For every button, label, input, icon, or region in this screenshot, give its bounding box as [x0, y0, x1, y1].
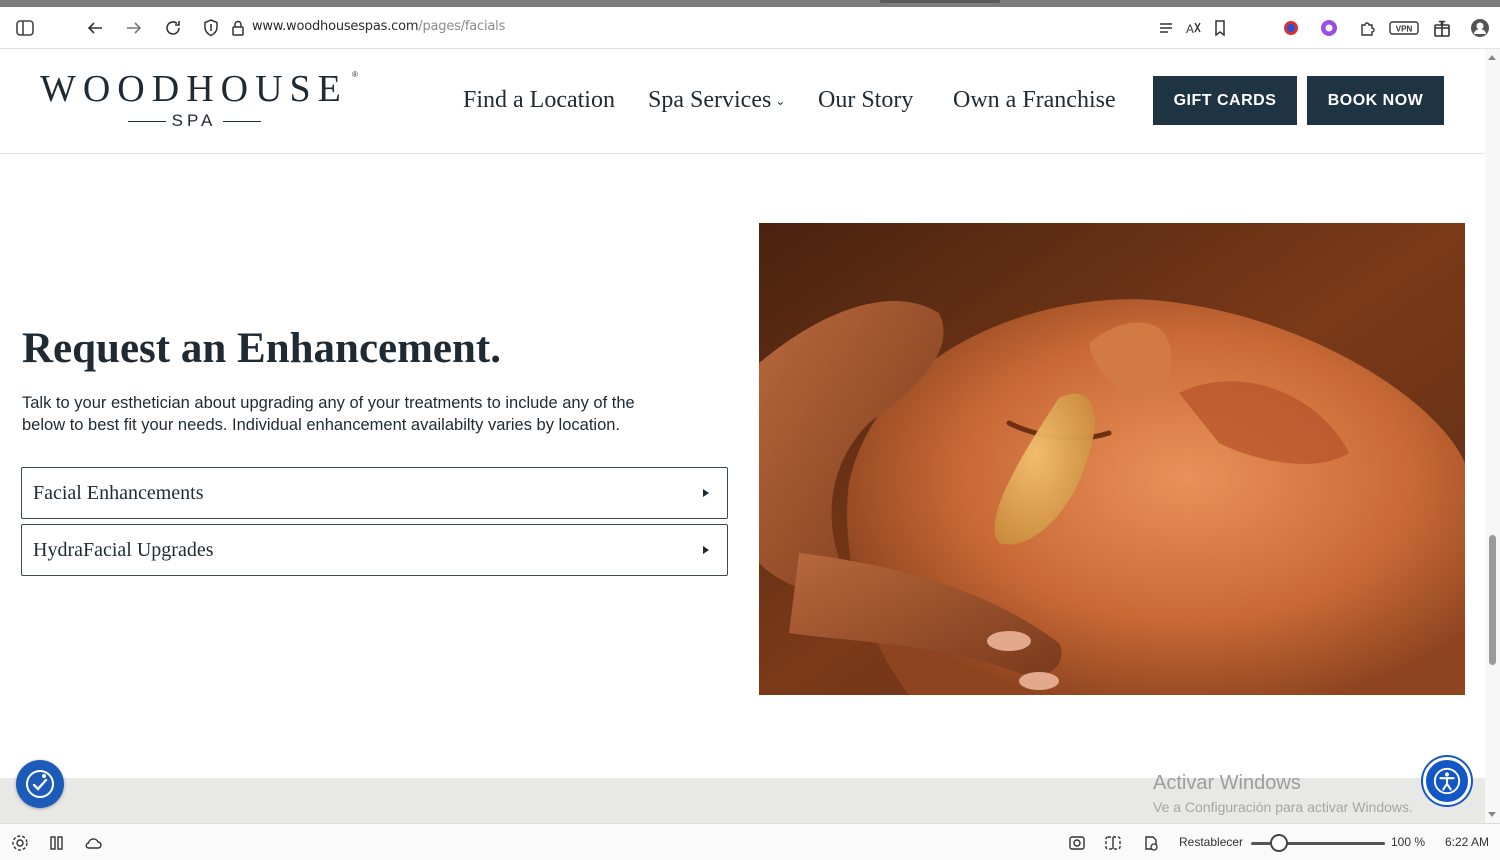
scroll-down-arrow-icon[interactable] — [1488, 812, 1496, 817]
shield-icon[interactable] — [199, 16, 223, 40]
browser-toolbar: www.woodhousespas.com/pages/facials A VP… — [0, 7, 1500, 49]
site-header: WOODHOUSE ® SPA Find a Location Spa Serv… — [0, 49, 1485, 154]
gift-box-icon[interactable] — [1430, 16, 1454, 40]
windows-activation-title: Activar Windows — [1153, 772, 1301, 794]
forward-arrow-icon[interactable] — [122, 16, 146, 40]
triangle-right-icon — [703, 489, 709, 497]
extensions-puzzle-icon[interactable] — [1356, 16, 1380, 40]
nav-our-story[interactable]: Our Story — [818, 87, 913, 114]
accordion-label: HydraFacial Upgrades — [33, 539, 214, 561]
nav-spa-services-label: Spa Services — [648, 87, 772, 113]
logo-rule-right — [223, 121, 261, 122]
enhancement-description: Talk to your esthetician about upgrading… — [22, 394, 635, 434]
zoom-level: 100 % — [1391, 835, 1426, 849]
accessibility-button[interactable] — [1423, 757, 1471, 805]
browser-status-bar: Restablecer 100 % 6:22 AM — [0, 823, 1500, 860]
clock-time: 6:22 AM — [1445, 835, 1490, 849]
windows-activation-subtitle: Ve a Configuración para activar Windows. — [1153, 799, 1413, 815]
vpn-label: VPN — [1396, 25, 1413, 34]
vpn-icon[interactable]: VPN — [1389, 16, 1419, 40]
facial-treatment-illustration — [759, 223, 1465, 695]
screenshot-icon[interactable] — [1067, 833, 1087, 853]
settings-gear-icon[interactable] — [10, 833, 30, 853]
scroll-thumb[interactable] — [1489, 535, 1496, 665]
profile-avatar-icon[interactable] — [1468, 16, 1492, 40]
reader-mode-icon[interactable] — [1154, 16, 1178, 40]
zoom-slider-thumb[interactable] — [1270, 834, 1288, 852]
tiling-icon[interactable] — [1103, 833, 1123, 853]
translate-icon[interactable]: A — [1181, 16, 1205, 40]
logo-registered-mark: ® — [352, 70, 358, 79]
reload-icon[interactable] — [161, 16, 185, 40]
url-domain: www.woodhousespas.com — [252, 19, 419, 34]
panels-icon[interactable] — [47, 833, 67, 853]
extension-purple-icon[interactable] — [1317, 16, 1341, 40]
zoom-reset-button[interactable]: Restablecer — [1179, 835, 1243, 849]
images-toggle-icon[interactable] — [1141, 833, 1161, 853]
gift-cards-button[interactable]: GIFT CARDS — [1153, 76, 1297, 125]
triangle-right-icon — [703, 546, 709, 554]
accordion-facial-enhancements[interactable]: Facial Enhancements — [21, 467, 728, 519]
nav-spa-services[interactable]: Spa Services ⌄ — [648, 87, 785, 114]
extension-ladybug-icon[interactable] — [1279, 16, 1303, 40]
facial-treatment-photo — [759, 223, 1465, 695]
window-notch — [880, 0, 1000, 3]
bookmark-icon[interactable] — [1208, 16, 1232, 40]
userway-accessibility-icon — [26, 770, 54, 798]
woodhouse-logo[interactable]: WOODHOUSE ® SPA — [40, 67, 360, 137]
logo-wordmark: WOODHOUSE — [40, 68, 348, 110]
sidebar-toggle-icon[interactable] — [13, 16, 37, 40]
nav-own-franchise[interactable]: Own a Franchise — [953, 87, 1116, 114]
cloud-sync-icon[interactable] — [83, 833, 103, 853]
page-title: Request an Enhancement. — [22, 325, 502, 372]
accordion-hydrafacial-upgrades[interactable]: HydraFacial Upgrades — [21, 524, 728, 576]
url-path: /pages/facials — [418, 19, 506, 34]
chevron-down-icon: ⌄ — [775, 93, 786, 108]
nav-find-location[interactable]: Find a Location — [463, 87, 615, 114]
address-bar[interactable]: www.woodhousespas.com/pages/facials — [252, 19, 505, 34]
svg-text:A: A — [1186, 22, 1194, 36]
lock-icon[interactable] — [226, 16, 250, 40]
accessibility-person-icon — [1433, 767, 1461, 795]
back-arrow-icon[interactable] — [83, 16, 107, 40]
accordion-label: Facial Enhancements — [33, 482, 204, 504]
page-scrollbar[interactable] — [1485, 49, 1500, 823]
window-top-strip — [0, 0, 1500, 7]
book-now-button[interactable]: BOOK NOW — [1307, 76, 1444, 125]
scroll-up-arrow-icon[interactable] — [1488, 55, 1496, 60]
userway-widget-button[interactable] — [16, 760, 64, 808]
